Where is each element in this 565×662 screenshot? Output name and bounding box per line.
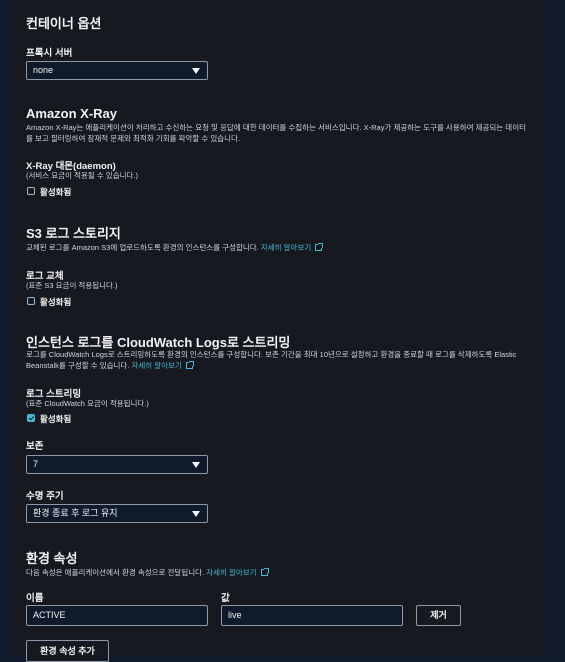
xray-description: Amazon X-Ray는 애플리케이션이 처리하고 수신하는 요청 및 응답에… <box>26 123 541 144</box>
remove-button[interactable]: 제거 <box>416 605 461 626</box>
xray-daemon-note: (서비스 요금이 적용될 수 있습니다.) <box>26 171 139 180</box>
cloudwatch-enabled-label: 활성화됨 <box>40 414 72 424</box>
env-props-title: 환경 속성 <box>26 551 78 566</box>
chevron-down-icon <box>192 462 200 468</box>
lifecycle-select[interactable]: 환경 종료 후 로그 유지 <box>26 504 208 523</box>
log-streaming-label: 로그 스트리밍 <box>26 389 82 400</box>
xray-title: Amazon X-Ray <box>26 106 118 121</box>
s3-enabled-checkbox[interactable] <box>27 297 35 305</box>
xray-desc-line2: 를 보고 필터링하여 잠재적 문제와 최적화 기회를 파악할 수 있습니다. <box>26 133 241 143</box>
xray-enabled-checkbox[interactable] <box>27 187 35 195</box>
retention-select[interactable]: 7 <box>26 455 208 474</box>
env-props-description: 다음 속성은 애플리케이션에서 환경 속성으로 전달됩니다. 자세히 알아보기 <box>26 568 269 579</box>
env-value-input[interactable]: live <box>221 605 403 626</box>
env-name-input[interactable]: ACTIVE <box>26 605 208 626</box>
lifecycle-label: 수명 주기 <box>26 491 64 502</box>
settings-panel: 컨테이너 옵션 프록시 서버 none Amazon X-Ray Amazon … <box>12 0 546 662</box>
chevron-down-icon <box>192 511 200 517</box>
s3-learn-more-link[interactable]: 자세히 알아보기 <box>260 243 324 252</box>
log-rotation-label: 로그 교체 <box>26 271 64 282</box>
proxy-server-value: none <box>33 65 54 75</box>
external-link-icon <box>260 568 269 576</box>
log-streaming-note: (표준 CloudWatch 요금이 적용됩니다.) <box>26 399 149 408</box>
s3-title: S3 로그 스토리지 <box>26 226 121 241</box>
cloudwatch-enabled-checkbox[interactable] <box>27 414 35 422</box>
s3-enabled-label: 활성화됨 <box>40 297 72 307</box>
xray-daemon-label: X-Ray 대몬(daemon) <box>26 161 116 172</box>
env-props-learn-more-text: 자세히 알아보기 <box>206 568 257 577</box>
proxy-server-label: 프록시 서버 <box>26 48 73 59</box>
cloudwatch-learn-more-link[interactable]: 자세히 알아보기 <box>131 360 194 370</box>
retention-label: 보존 <box>26 441 44 452</box>
cloudwatch-learn-more-text: 자세히 알아보기 <box>131 360 182 370</box>
external-link-icon <box>315 243 324 251</box>
env-name-label: 이름 <box>26 593 44 604</box>
xray-desc-line1: Amazon X-Ray는 애플리케이션이 처리하고 수신하는 요청 및 응답에… <box>26 123 526 132</box>
s3-desc-text: 교체된 로그를 Amazon S3에 업로드하도록 환경의 인스턴스를 구성합니… <box>26 243 259 252</box>
s3-learn-more-text: 자세히 알아보기 <box>260 243 312 252</box>
external-link-icon <box>185 360 194 369</box>
env-value-label: 값 <box>221 593 230 604</box>
cloudwatch-desc-line1: 로그를 CloudWatch Logs로 스트리밍하도록 환경의 인스턴스를 구… <box>26 350 517 359</box>
log-rotation-note: (표준 S3 요금이 적용됩니다.) <box>26 281 118 290</box>
s3-description: 교체된 로그를 Amazon S3에 업로드하도록 환경의 인스턴스를 구성합니… <box>26 243 324 254</box>
add-env-property-button[interactable]: 환경 속성 추가 <box>26 640 109 662</box>
env-props-learn-more-link[interactable]: 자세히 알아보기 <box>206 568 269 577</box>
cloudwatch-desc-line2: Beanstalk를 구성할 수 있습니다. <box>26 360 130 370</box>
cloudwatch-description: 로그를 CloudWatch Logs로 스트리밍하도록 환경의 인스턴스를 구… <box>26 350 541 371</box>
chevron-down-icon <box>192 68 200 74</box>
lifecycle-value: 환경 종료 후 로그 유지 <box>33 508 118 518</box>
xray-enabled-label: 활성화됨 <box>40 187 72 197</box>
env-props-desc-text: 다음 속성은 애플리케이션에서 환경 속성으로 전달됩니다. <box>26 568 205 577</box>
proxy-server-select[interactable]: none <box>26 61 208 80</box>
cloudwatch-title: 인스턴스 로그를 CloudWatch Logs로 스트리밍 <box>26 335 291 350</box>
retention-value: 7 <box>33 459 39 469</box>
container-options-title: 컨테이너 옵션 <box>26 16 102 31</box>
